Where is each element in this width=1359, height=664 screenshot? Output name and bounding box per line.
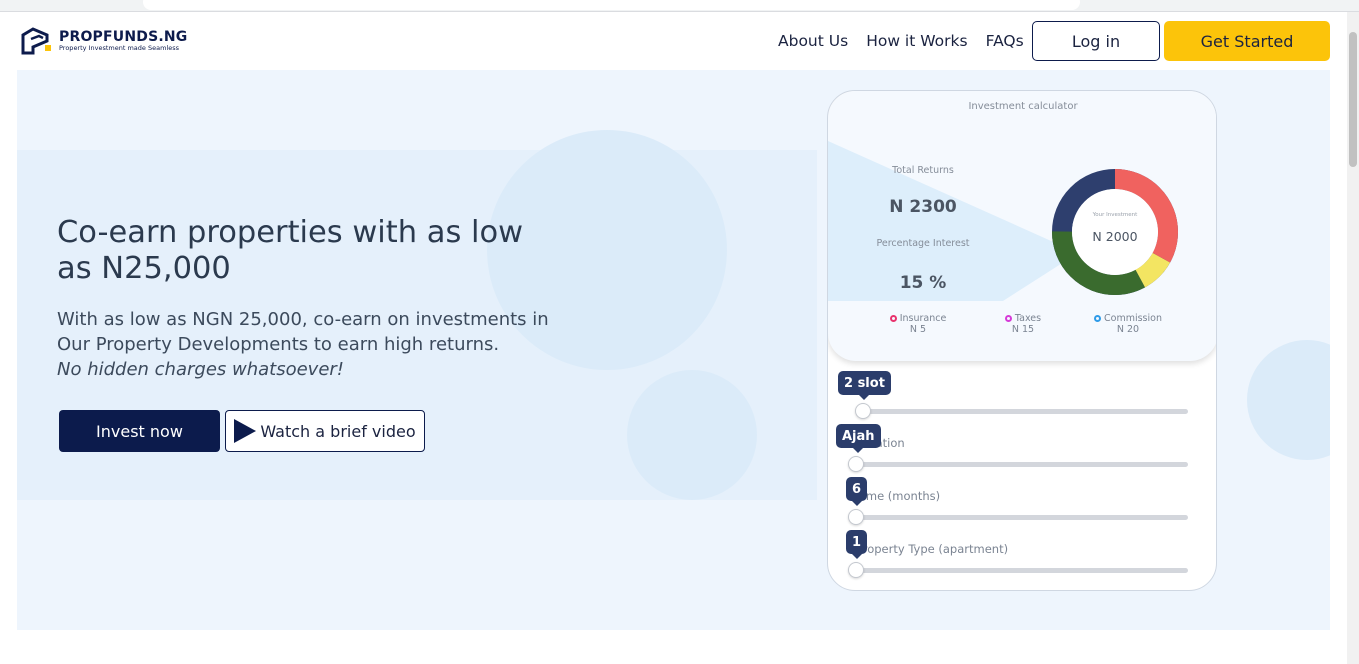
top-navbar: PROPFUNDS.NG Property Investment made Se… [0, 12, 1359, 70]
insurance-dot-icon [889, 315, 897, 322]
time-tooltip: 6 [846, 477, 868, 506]
decorative-blob [1247, 340, 1330, 460]
brand-name: PROPFUNDS.NG [59, 29, 188, 45]
legend-insurance: Insurance N 5 [878, 313, 958, 335]
legend-taxes: Taxes N 15 [983, 313, 1063, 335]
nav-links: About Us How it Works FAQs [778, 32, 1042, 50]
page-scrollbar[interactable] [1347, 12, 1359, 664]
slots-tooltip: 2 slot [838, 371, 891, 400]
brand-logo[interactable]: PROPFUNDS.NG Property Investment made Se… [21, 27, 187, 55]
scrollbar-thumb[interactable] [1349, 32, 1357, 167]
legend-commission-value: N 20 [1116, 324, 1140, 335]
watch-video-button[interactable]: Watch a brief video [225, 410, 425, 452]
watch-video-label: Watch a brief video [260, 421, 416, 441]
time-track[interactable] [856, 515, 1188, 520]
property-type-tooltip: 1 [846, 530, 868, 559]
location-tooltip: Ajah [836, 424, 881, 453]
login-button[interactable]: Log in [1032, 21, 1160, 61]
calculator-summary-panel: Investment calculator Total Returns N 23… [828, 91, 1216, 361]
brand-tagline: Property Investment made Seamless [59, 44, 179, 52]
legend-commission: Commission N 20 [1078, 313, 1178, 335]
location-track[interactable] [856, 462, 1188, 467]
slots-track[interactable] [856, 409, 1188, 414]
get-started-button[interactable]: Get Started [1164, 21, 1330, 61]
legend-insurance-value: N 5 [909, 324, 927, 335]
nav-how-it-works[interactable]: How it Works [866, 32, 967, 50]
propfunds-logo-icon [21, 27, 51, 55]
total-returns-label: Total Returns [892, 165, 954, 176]
donut-center-label: Your Investment [1092, 212, 1138, 218]
donut-center-value: N 2000 [1092, 229, 1137, 244]
property-type-track[interactable] [856, 568, 1188, 573]
hero-subtext-body: With as low as NGN 25,000, co-earn on in… [57, 309, 549, 355]
invest-now-button[interactable]: Invest now [59, 410, 220, 452]
slots-handle[interactable] [855, 403, 871, 419]
location-handle[interactable] [848, 456, 864, 472]
hero-subtext: With as low as NGN 25,000, co-earn on in… [57, 307, 577, 382]
property-type-handle[interactable] [848, 562, 864, 578]
total-returns-value: N 2300 [889, 197, 957, 217]
hero-section: Co-earn properties with as low as N25,00… [17, 70, 1330, 630]
investment-calculator-card: Investment calculator Total Returns N 23… [827, 90, 1217, 591]
investment-donut-chart: Your Investment N 2000 [1052, 169, 1178, 295]
percentage-interest-value: 15 % [899, 273, 947, 293]
legend-taxes-value: N 15 [1011, 324, 1035, 335]
legend-taxes-name: Taxes [1014, 313, 1042, 324]
hero-headline: Co-earn properties with as low as N25,00… [57, 215, 524, 286]
taxes-dot-icon [1004, 315, 1012, 322]
play-icon [234, 419, 257, 443]
commission-dot-icon [1094, 315, 1102, 322]
percentage-interest-label: Percentage Interest [876, 238, 970, 249]
browser-chrome [0, 0, 1359, 12]
time-handle[interactable] [848, 509, 864, 525]
property-type-label: Property Type (apartment) [856, 542, 1009, 556]
legend-insurance-name: Insurance [899, 313, 947, 324]
nav-faqs[interactable]: FAQs [986, 32, 1024, 50]
calculator-title: Investment calculator [968, 101, 1078, 112]
address-bar[interactable] [143, 0, 1080, 10]
nav-about-us[interactable]: About Us [778, 32, 848, 50]
decorative-blob [627, 370, 757, 500]
time-label: Time (months) [856, 489, 941, 503]
hero-subtext-italic: No hidden charges whatsoever! [57, 359, 345, 380]
legend-commission-name: Commission [1104, 313, 1162, 324]
